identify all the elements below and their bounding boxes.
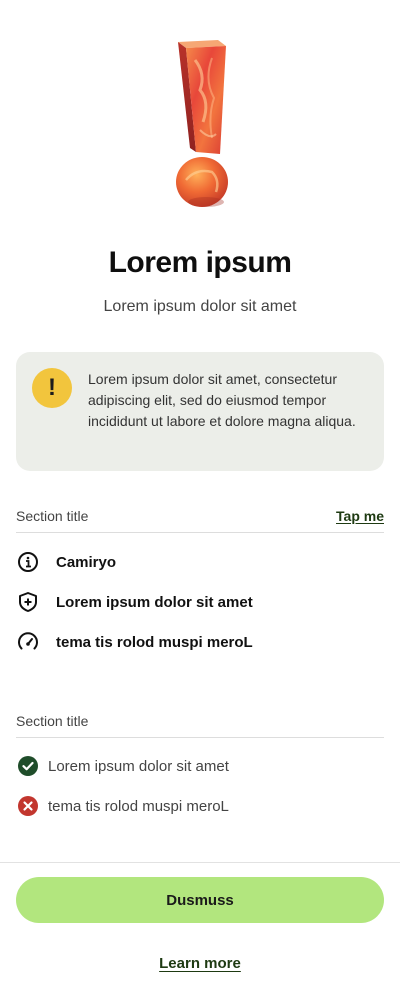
status-item-label: tema tis rolod muspi meroL: [48, 797, 229, 815]
section-header-1: Section title Tap me: [16, 504, 384, 528]
status-item-label: Lorem ipsum dolor sit amet: [48, 757, 229, 775]
section-title: Section title: [16, 713, 89, 729]
info-icon: [16, 550, 40, 574]
list-item-shield: Lorem ipsum dolor sit amet: [16, 590, 384, 614]
exclamation-3d-icon: [176, 40, 228, 207]
section-title: Section title: [16, 508, 89, 524]
shield-plus-icon: [16, 590, 40, 614]
check-circle-icon: [16, 754, 40, 778]
status-item-error: tema tis rolod muspi meroL: [16, 794, 384, 818]
section-header-2: Section title: [16, 709, 384, 733]
page-subtitle: Lorem ipsum dolor sit amet: [103, 298, 297, 315]
list-item-gauge: tema tis rolod muspi meroL: [16, 630, 384, 654]
exclamation-glyph: !: [48, 374, 56, 401]
list-item-label: Camiryo: [56, 553, 117, 571]
gauge-icon: [16, 630, 40, 654]
learn-more-link[interactable]: Learn more: [0, 955, 400, 972]
list-item-label: tema tis rolod muspi meroL: [56, 633, 253, 651]
list-item-label: Lorem ipsum dolor sit amet: [56, 593, 253, 611]
list-item-info: Camiryo: [16, 550, 384, 574]
primary-button[interactable]: Dusmuss: [16, 877, 384, 923]
x-circle-icon: [16, 794, 40, 818]
page-title: Lorem ipsum: [108, 246, 292, 279]
alert-text: Lorem ipsum dolor sit amet, consectetur …: [88, 371, 356, 429]
exclamation-icon: !: [32, 368, 72, 408]
footer-divider: [0, 862, 400, 863]
status-item-success: Lorem ipsum dolor sit amet: [16, 754, 384, 778]
hero-illustration: [0, 30, 400, 220]
section-divider: [16, 737, 384, 738]
tap-me-link[interactable]: Tap me: [336, 508, 384, 524]
section-divider: [16, 532, 384, 533]
warning-alert: ! Lorem ipsum dolor sit amet, consectetu…: [16, 352, 384, 471]
